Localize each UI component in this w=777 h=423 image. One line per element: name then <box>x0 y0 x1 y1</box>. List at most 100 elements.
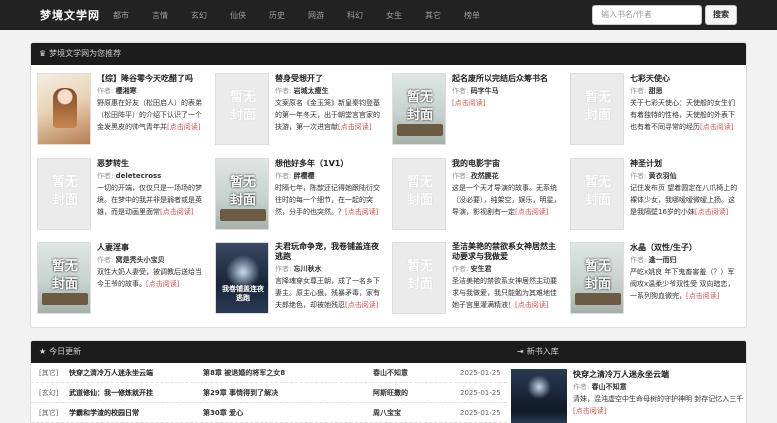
row-title[interactable]: 快穿之清冷万人迷永坐云端 <box>69 363 199 383</box>
book-author: 作者: 春山不知意 <box>573 383 627 391</box>
read-more-link[interactable]: [点击阅读] <box>515 301 548 309</box>
cover-placeholder: 暂无封面 <box>229 175 256 208</box>
read-more-link[interactable]: [点击阅读] <box>338 123 371 131</box>
row-date: 2025-01-25 <box>460 389 501 397</box>
book-title[interactable]: 快穿之清冷万人迷永坐云端 <box>573 369 746 380</box>
cover-placeholder: 暂无封面 <box>51 175 78 208</box>
read-more-link[interactable]: [点击阅读] <box>160 208 193 216</box>
nav-item[interactable]: 其它 <box>425 10 441 21</box>
book-card[interactable]: 暂无封面 人妻淫事 作者: 窝是秃头小宝贝 双性大奶人妻受，被调教后送给当今王爷… <box>37 242 207 318</box>
site-logo[interactable]: 梦境文学网 <box>40 7 100 23</box>
book-cover[interactable]: 暂无封面 <box>570 158 624 230</box>
book-title[interactable]: 人妻淫事 <box>97 242 208 253</box>
read-more-link[interactable]: [点击阅读] <box>700 123 733 131</box>
book-card[interactable]: 暂无封面 七彩天使心 作者: 甜思 关于七彩天使心：天使般的女生们有着独特的性格… <box>570 73 740 149</box>
nav-item[interactable]: 榜单 <box>464 10 480 21</box>
book-cover[interactable]: 暂无封面 <box>37 158 91 230</box>
nav-item[interactable]: 玄幻 <box>191 10 207 21</box>
book-title[interactable]: 夫君玩命争宠，我卷铺盖连夜逃跑 <box>275 242 386 262</box>
book-desc: 一切的开端，仅仅只是一场场的梦境。在梦中的我并非是弱者或是英雄，而是动画里面常[… <box>97 184 202 216</box>
book-cover[interactable]: 暂无封面 <box>570 73 624 145</box>
cover-placeholder: 暂无封面 <box>584 175 611 208</box>
book-author: 作者: 甜思 <box>630 87 663 95</box>
book-author: 作者: 樱湘寒 <box>97 87 137 95</box>
book-title[interactable]: 【综】降谷零今天吃醋了吗 <box>97 73 208 84</box>
book-title[interactable]: 起名废所以完结后众筹书名 <box>452 73 563 84</box>
row-category[interactable]: [其它] <box>39 403 58 423</box>
row-category[interactable]: [玄幻] <box>39 383 58 403</box>
nav-item[interactable]: 言情 <box>152 10 168 21</box>
book-cover[interactable]: 暂无封面 <box>215 73 269 145</box>
book-desc: 双性大奶人妻受，被调教后送给当今王爷的故事。[点击阅读] <box>97 268 202 288</box>
book-author: 作者: 码字牛马 <box>452 87 499 95</box>
row-chapter[interactable]: 第8章 被退婚的将军之女8 <box>203 363 368 383</box>
row-date: 2025-01-25 <box>460 409 501 417</box>
book-card[interactable]: 我卷铺盖连夜逃跑 夫君玩命争宠，我卷铺盖连夜逃跑 作者: 忘川秋水 言降魂穿女尊… <box>215 242 385 318</box>
cover-placeholder: 暂无封面 <box>51 259 78 292</box>
nav-item[interactable]: 仙侠 <box>230 10 246 21</box>
book-desc: 时隔七年，陈歆还记得她跟陆衍交往时的每一个细节，在一起的突然，分手的也突然。？[… <box>275 184 380 216</box>
recommend-header: ♛ 梦境文学网为您推荐 <box>31 43 746 65</box>
row-author: 春山不知意 <box>373 369 408 377</box>
read-more-link[interactable]: [点击阅读] <box>146 280 179 288</box>
book-title[interactable]: 替身受想开了 <box>275 73 386 84</box>
book-card[interactable]: 暂无封面 我的电影宇宙 作者: 孜然腰花 这是一个天才导演的故事。无系统（没必要… <box>392 158 562 234</box>
row-title[interactable]: 学霸和学渣的校园日常 <box>69 403 199 423</box>
book-title[interactable]: 恶梦转生 <box>97 158 208 169</box>
book-card[interactable]: 暂无封面 神圣计划 作者: 黄衣羽仙 记住发布页 望着圆定在八爪椅上的裸体少女，… <box>570 158 740 234</box>
newbook-card[interactable]: 快穿之清冷万人迷永坐云端 作者: 春山不知意 清妹，混沌虚空中生命母树的守护神明… <box>511 369 746 423</box>
read-more-link[interactable]: [点击阅读] <box>573 407 606 415</box>
book-author: 作者: 窝是秃头小宝贝 <box>97 256 165 264</box>
book-desc: 文案原名《金玉笼》新皇秦钧登基的第一年冬天，出于朝堂言官家的扶游，第一次进宫献[… <box>275 99 380 131</box>
book-card[interactable]: 暂无封面 起名废所以完结后众筹书名 作者: 码字牛马 [点击阅读] <box>392 73 562 149</box>
nav-item[interactable]: 都市 <box>113 10 129 21</box>
nav-item[interactable]: 历史 <box>269 10 285 21</box>
table-row: [其它] 快穿之清冷万人迷永坐云端 第8章 被退婚的将军之女8 春山不知意 20… <box>31 363 507 383</box>
book-cover[interactable]: 暂无封面 <box>570 242 624 314</box>
book-cover[interactable]: 暂无封面 <box>215 158 269 230</box>
book-desc: 言降魂穿女尊王朝，成了一名乡下妻主。原主心狠，残暴矛毒，家有夫郎绝色，却被她残忍… <box>275 277 380 309</box>
book-cover[interactable]: 暂无封面 <box>392 73 446 145</box>
row-chapter[interactable]: 第30章 爱心 <box>203 403 368 423</box>
read-more-link[interactable]: [点击阅读] <box>167 123 200 131</box>
book-author: 作者: 逢一而归 <box>630 256 677 264</box>
row-chapter[interactable]: 第29章 事情得到了解决 <box>203 383 368 403</box>
cover-placeholder: 暂无封面 <box>229 90 256 123</box>
read-more-link[interactable]: [点击阅读] <box>515 208 548 216</box>
book-author: 作者: 黄衣羽仙 <box>630 172 677 180</box>
read-more-link[interactable]: [点击阅读] <box>345 301 378 309</box>
nav-item[interactable]: 女生 <box>386 10 402 21</box>
book-cover[interactable]: 暂无封面 <box>37 242 91 314</box>
book-card[interactable]: 【综】降谷零今天吃醋了吗 作者: 樱湘寒 野原惠在好友（松田启人）的表弟（松田阵… <box>37 73 207 149</box>
book-cover[interactable]: 暂无封面 <box>392 242 446 314</box>
book-title[interactable]: 想他好多年（1V1） <box>275 158 386 169</box>
book-title[interactable]: 水晶（双性/生子） <box>630 242 741 253</box>
nav-item[interactable]: 网游 <box>308 10 324 21</box>
cover-placeholder: 暂无封面 <box>406 175 433 208</box>
book-card[interactable]: 暂无封面 水晶（双性/生子） 作者: 逢一而归 严屹x姚良 年下鬼畜害羞（？）军… <box>570 242 740 318</box>
read-more-link[interactable]: [点击阅读] <box>695 208 728 216</box>
book-card[interactable]: 暂无封面 恶梦转生 作者: deletecross 一切的开端，仅仅只是一场场的… <box>37 158 207 234</box>
book-cover[interactable] <box>37 73 91 145</box>
book-title[interactable]: 神圣计划 <box>630 158 741 169</box>
book-title[interactable]: 我的电影宇宙 <box>452 158 563 169</box>
book-card[interactable]: 暂无封面 圣洁美艳的禁欲系女神居然主动要求与我做爱 作者: 安生君 圣洁美艳的禁… <box>392 242 562 318</box>
search-input[interactable]: 输入书名/作者 <box>592 5 702 25</box>
search-button[interactable]: 搜索 <box>705 5 737 25</box>
cover-title: 我卷铺盖连夜逃跑 <box>222 285 264 302</box>
read-more-link[interactable]: [点击阅读] <box>345 208 378 216</box>
nav-item[interactable]: 科幻 <box>347 10 363 21</box>
book-card[interactable]: 暂无封面 想他好多年（1V1） 作者: 胖樱樱 时隔七年，陈歆还记得她跟陆衍交往… <box>215 158 385 234</box>
book-cover[interactable] <box>511 369 567 423</box>
row-title[interactable]: 武道修仙：我一修炼就开挂 <box>69 383 199 403</box>
row-category[interactable]: [其它] <box>39 363 58 383</box>
book-author: 作者: 安生君 <box>452 265 492 273</box>
book-cover[interactable]: 我卷铺盖连夜逃跑 <box>215 242 269 314</box>
read-more-link[interactable]: [点击阅读] <box>452 99 485 107</box>
book-card[interactable]: 暂无封面 替身受想开了 作者: 岩城太瘦生 文案原名《金玉笼》新皇秦钧登基的第一… <box>215 73 385 149</box>
book-title[interactable]: 圣洁美艳的禁欲系女神居然主动要求与我做爱 <box>452 242 563 262</box>
book-title[interactable]: 七彩天使心 <box>630 73 741 84</box>
today-panel: ★ 今日更新 ⇥ 新书入库 [其它] 快穿之清冷万人迷永坐云端 第8章 被退婚的将军… <box>30 340 747 423</box>
read-more-link[interactable]: [点击阅读] <box>686 292 719 300</box>
book-cover[interactable]: 暂无封面 <box>392 158 446 230</box>
